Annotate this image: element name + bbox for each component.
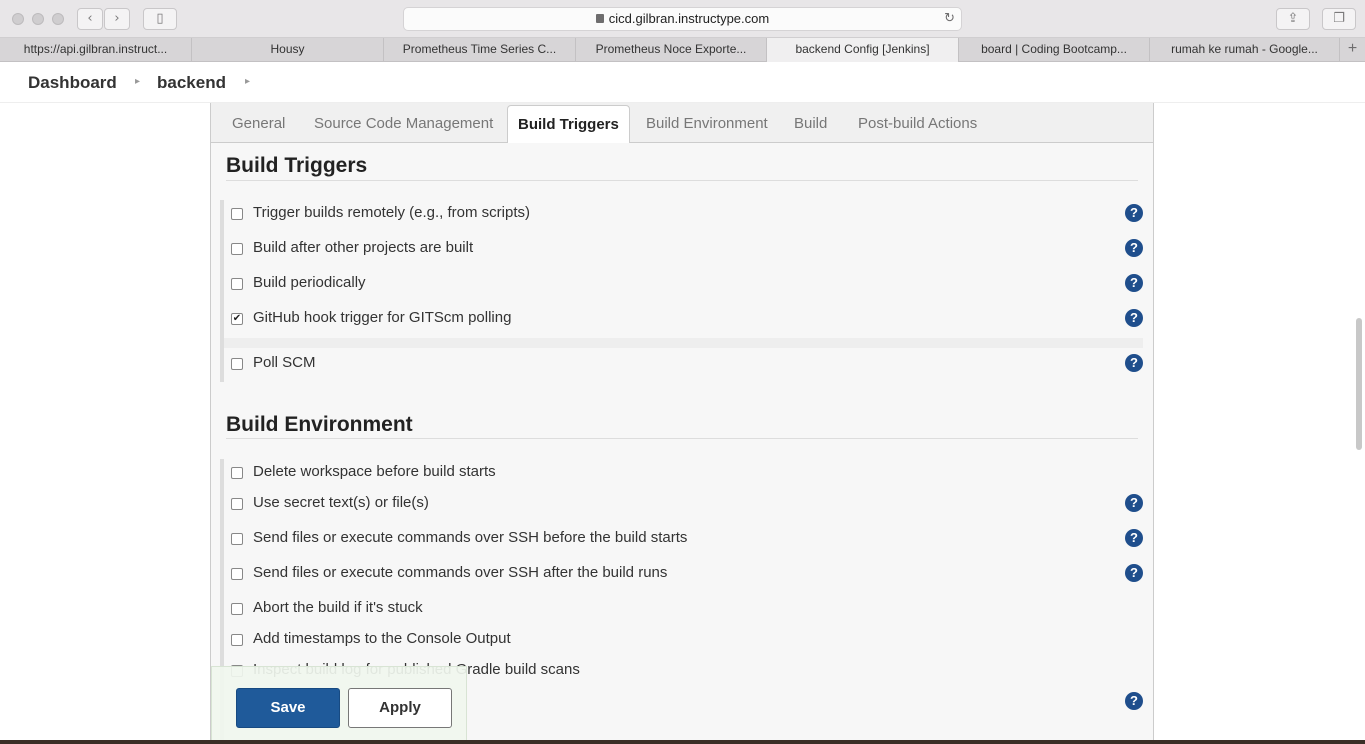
option-label: Send files or execute commands over SSH … <box>253 564 668 581</box>
build-periodically-checkbox[interactable] <box>231 278 243 290</box>
window-minimize-button[interactable] <box>32 13 44 25</box>
reload-icon[interactable]: ↻ <box>944 8 955 30</box>
tab-overview-button[interactable]: ❐ <box>1322 8 1356 30</box>
tab-build-triggers[interactable]: Build Triggers <box>507 105 630 143</box>
share-button[interactable]: ⇪ <box>1276 8 1310 30</box>
section-divider <box>226 438 1138 439</box>
browser-tab[interactable]: Prometheus Noce Exporte... <box>576 38 767 62</box>
tabs-icon: ❐ <box>1333 11 1345 26</box>
browser-tab-bar: https://api.gilbran.instruct... Housy Pr… <box>0 38 1365 62</box>
help-icon[interactable]: ? <box>1125 692 1143 710</box>
option-label: Trigger builds remotely (e.g., from scri… <box>253 204 531 221</box>
poll-scm-checkbox[interactable] <box>231 358 243 370</box>
option-label: Add timestamps to the Console Output <box>253 630 511 647</box>
address-bar[interactable]: cicd.gilbran.instructype.com ↻ <box>403 7 962 31</box>
url-text: cicd.gilbran.instructype.com <box>608 11 770 26</box>
tab-build-environment[interactable]: Build Environment <box>646 115 768 132</box>
sidebar-icon: ▯ <box>156 11 164 26</box>
tab-post-build-actions[interactable]: Post-build Actions <box>858 115 977 132</box>
help-icon[interactable]: ? <box>1125 494 1143 512</box>
share-icon: ⇪ <box>1287 11 1299 26</box>
browser-tab[interactable]: https://api.gilbran.instruct... <box>0 38 192 62</box>
page-scrollbar[interactable] <box>1356 318 1362 450</box>
tab-build[interactable]: Build <box>794 115 827 132</box>
help-icon[interactable]: ? <box>1125 529 1143 547</box>
breadcrumb-dashboard[interactable]: Dashboard <box>28 73 117 93</box>
browser-tab[interactable]: rumah ke rumah - Google... <box>1150 38 1340 62</box>
apply-button[interactable]: Apply <box>348 688 452 728</box>
option-label: Poll SCM <box>253 354 316 371</box>
help-icon[interactable]: ? <box>1125 239 1143 257</box>
forward-button[interactable]: › <box>104 8 130 30</box>
browser-tab[interactable]: Housy <box>192 38 384 62</box>
breadcrumb: Dashboard ▸ backend ▸ <box>0 62 1365 103</box>
tab-general[interactable]: General <box>232 115 285 132</box>
option-divider-strip <box>224 338 1143 348</box>
config-panel: General Source Code Management Build Tri… <box>210 103 1154 744</box>
browser-toolbar: ‹ › ▯ cicd.gilbran.instructype.com ↻ ⇪ ❐ <box>0 0 1365 38</box>
section-group-bar <box>220 200 224 382</box>
ssh-after-checkbox[interactable] <box>231 568 243 580</box>
browser-tab[interactable]: board | Coding Bootcamp... <box>959 38 1150 62</box>
chevron-right-icon[interactable]: ▸ <box>135 76 140 87</box>
build-triggers-heading: Build Triggers <box>226 154 368 177</box>
option-label: Send files or execute commands over SSH … <box>253 529 688 546</box>
new-tab-button[interactable]: + <box>1340 38 1365 62</box>
sidebar-toggle-button[interactable]: ▯ <box>143 8 177 30</box>
option-label: Use secret text(s) or file(s) <box>253 494 429 511</box>
option-label: Build periodically <box>253 274 366 291</box>
help-icon[interactable]: ? <box>1125 564 1143 582</box>
chevron-right-icon: › <box>114 11 120 26</box>
chevron-left-icon: ‹ <box>87 11 93 26</box>
help-icon[interactable]: ? <box>1125 354 1143 372</box>
delete-workspace-checkbox[interactable] <box>231 467 243 479</box>
browser-tab[interactable]: Prometheus Time Series C... <box>384 38 576 62</box>
secret-text-checkbox[interactable] <box>231 498 243 510</box>
browser-tab-active[interactable]: backend Config [Jenkins] <box>767 38 959 62</box>
github-hook-checkbox[interactable]: ✔ <box>231 313 243 325</box>
lock-icon <box>595 14 604 23</box>
config-tab-bar: General Source Code Management Build Tri… <box>211 103 1153 143</box>
desktop-background-strip <box>0 740 1365 744</box>
abort-stuck-checkbox[interactable] <box>231 603 243 615</box>
build-environment-heading: Build Environment <box>226 413 413 436</box>
save-button[interactable]: Save <box>236 688 340 728</box>
plus-icon: + <box>1347 40 1358 57</box>
option-label: Abort the build if it's stuck <box>253 599 423 616</box>
section-divider <box>226 180 1138 181</box>
save-apply-bar: Save Apply <box>211 666 467 744</box>
window-zoom-button[interactable] <box>52 13 64 25</box>
option-label: Build after other projects are built <box>253 239 474 256</box>
help-icon[interactable]: ? <box>1125 204 1143 222</box>
help-icon[interactable]: ? <box>1125 309 1143 327</box>
trigger-remote-checkbox[interactable] <box>231 208 243 220</box>
option-label: GitHub hook trigger for GITScm polling <box>253 309 512 326</box>
build-after-other-checkbox[interactable] <box>231 243 243 255</box>
back-button[interactable]: ‹ <box>77 8 103 30</box>
ssh-before-checkbox[interactable] <box>231 533 243 545</box>
timestamps-checkbox[interactable] <box>231 634 243 646</box>
breadcrumb-project[interactable]: backend <box>157 73 226 93</box>
help-icon[interactable]: ? <box>1125 274 1143 292</box>
chevron-right-icon[interactable]: ▸ <box>245 76 250 87</box>
tab-source-code-management[interactable]: Source Code Management <box>314 115 493 132</box>
option-label: Delete workspace before build starts <box>253 463 496 480</box>
window-close-button[interactable] <box>12 13 24 25</box>
